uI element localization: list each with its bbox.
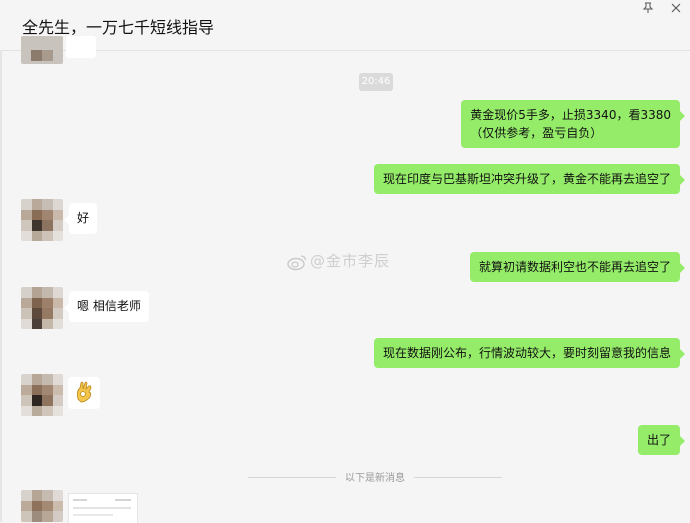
message-bubble-outgoing[interactable]: 出了 (637, 425, 686, 455)
chat-title: 全先生，一万七千短线指导 (22, 18, 215, 37)
new-messages-divider: 以下是新消息 (345, 473, 405, 484)
avatar[interactable] (21, 199, 63, 241)
timestamp: 20:46 (359, 73, 393, 91)
chat-header: 全先生，一万七千短线指导 (0, 0, 690, 51)
message-bubble-outgoing[interactable]: 现在印度与巴基斯坦冲突升级了，黄金不能再去追空了 (373, 164, 686, 194)
message-text-line: 出了 (646, 433, 671, 447)
avatar[interactable] (21, 374, 63, 416)
divider-line (248, 477, 336, 478)
divider-line (414, 477, 502, 478)
ok-hand-emoji (76, 381, 92, 403)
pin-icon[interactable] (642, 2, 654, 14)
message-text-line: （仅供参考，盈亏自负） (470, 126, 603, 140)
avatar[interactable] (21, 36, 63, 64)
image-message-thumbnail[interactable] (68, 493, 138, 523)
watermark-text: @金市李辰 (310, 252, 391, 270)
window-edge (0, 50, 2, 522)
weibo-icon (287, 254, 307, 270)
watermark: @金市李辰 (286, 250, 390, 271)
message-bubble-incoming[interactable]: 好 (63, 203, 98, 234)
message-bubble-incoming[interactable]: 嗯 相信老师 (64, 291, 149, 322)
message-text-line: 现在数据刚公布，行情波动较大，要时刻留意我的信息 (382, 346, 671, 360)
message-text-line: 就算初请数据利空也不能再去追空了 (478, 260, 671, 274)
message-bubble-outgoing[interactable]: 就算初请数据利空也不能再去追空了 (469, 252, 686, 282)
message-bubble-outgoing[interactable]: 现在数据刚公布，行情波动较大，要时刻留意我的信息 (373, 338, 686, 368)
message-bubble-outgoing[interactable]: 黄金现价5手多，止损3340，看3380 （仅供参考，盈亏自负） (461, 100, 685, 148)
avatar[interactable] (21, 490, 63, 522)
avatar[interactable] (21, 287, 63, 329)
message-text-line: 黄金现价5手多，止损3340，看3380 (470, 108, 671, 122)
message-bubble-partial (66, 36, 96, 58)
message-bubble-incoming[interactable] (68, 377, 100, 409)
close-icon[interactable] (670, 2, 682, 14)
message-text-line: 现在印度与巴基斯坦冲突升级了，黄金不能再去追空了 (382, 172, 671, 186)
